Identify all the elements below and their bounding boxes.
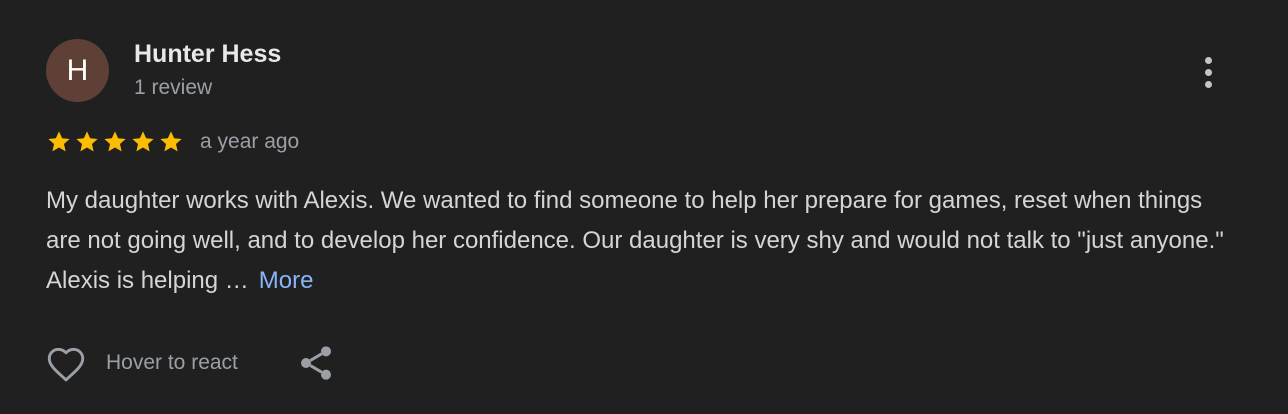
rating-row: a year ago <box>46 127 299 157</box>
react-label: Hover to react <box>106 351 238 374</box>
star-icon <box>76 131 98 152</box>
author-review-count[interactable]: 1 review <box>134 75 212 101</box>
review-body: My daughter works with Alexis. We wanted… <box>46 187 1224 294</box>
more-vert-icon-dot <box>1204 68 1212 76</box>
more-vert-icon-dot <box>1204 80 1212 88</box>
avatar[interactable]: H <box>46 39 109 102</box>
star-icon <box>160 131 182 152</box>
more-options-button[interactable] <box>1190 50 1226 94</box>
review-actions: Hover to react <box>44 340 336 386</box>
review-card: H Hunter Hess 1 review a year ago My dau… <box>0 0 1288 414</box>
star-icon <box>132 131 154 152</box>
avatar-initial: H <box>66 53 89 87</box>
review-text: My daughter works with Alexis. We wanted… <box>46 181 1236 301</box>
heart-icon <box>47 347 85 382</box>
star-rating <box>46 129 184 155</box>
share-icon[interactable] <box>296 342 336 384</box>
star-icon <box>104 131 126 152</box>
author-name[interactable]: Hunter Hess <box>134 39 281 69</box>
more-link[interactable]: More <box>259 267 314 294</box>
review-timestamp: a year ago <box>200 130 300 153</box>
react-button[interactable]: Hover to react <box>44 343 238 383</box>
more-vert-icon <box>1204 56 1212 64</box>
star-icon <box>48 131 70 152</box>
